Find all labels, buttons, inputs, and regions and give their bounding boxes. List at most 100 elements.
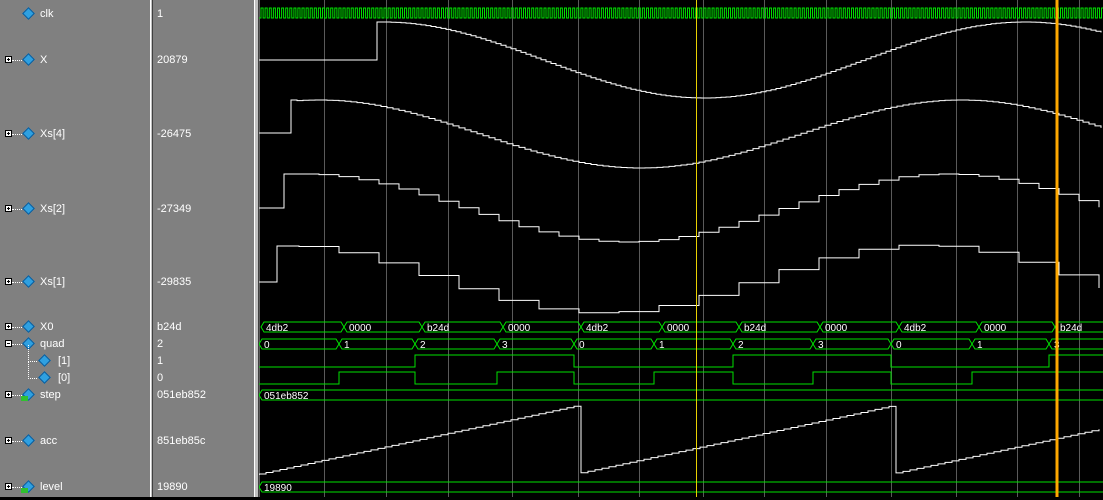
quad-bus-label: 3 xyxy=(818,340,824,351)
clk-wave xyxy=(259,7,1103,19)
expand-icon[interactable] xyxy=(5,437,12,444)
tree-connector xyxy=(12,133,22,135)
signal-value-quad: 2 xyxy=(157,338,164,350)
quad-bus-label: 1 xyxy=(977,340,983,351)
signal-name: Xs[4] xyxy=(40,128,66,140)
expand-icon[interactable] xyxy=(5,130,12,137)
tree-connector xyxy=(12,440,22,442)
tree-connector xyxy=(28,345,37,362)
quad-bus-label: 0 xyxy=(579,340,585,351)
x0-bus-label: b24d xyxy=(1060,323,1082,334)
signal-value-acc: 851eb85c xyxy=(157,435,206,447)
tree-connector xyxy=(12,59,22,61)
quad1-wave xyxy=(259,354,1103,368)
signal-name: X0 xyxy=(40,321,54,333)
signal-value-x0: b24d xyxy=(157,321,182,333)
signal-row-step[interactable]: step xyxy=(0,387,150,403)
x0-bus-label: b24d xyxy=(427,323,449,334)
signal-name: level xyxy=(40,481,63,493)
xs1-wave xyxy=(259,244,1100,314)
quad-bus-segment xyxy=(653,338,734,350)
signal-row-clk[interactable]: clk xyxy=(0,6,150,22)
green-arrow-icon xyxy=(21,396,28,401)
quad-bus-segment xyxy=(573,338,655,350)
signal-name: clk xyxy=(40,8,54,20)
level-bus-label: 19890 xyxy=(264,483,292,494)
tree-connector xyxy=(12,326,22,328)
signal-names-pane: clk X Xs[4] Xs[2] Xs[1] X0 quad [1] [0] step acc le… xyxy=(0,0,150,497)
signal-diamond-icon xyxy=(22,127,35,140)
signal-row-x[interactable]: X xyxy=(0,52,150,68)
signal-value-xs1: -29835 xyxy=(157,276,192,288)
quad-bus-label: 0 xyxy=(896,340,902,351)
signal-row-x0[interactable]: X0 xyxy=(0,319,150,335)
quad0-wave xyxy=(259,371,1103,385)
signal-value-quad0: 0 xyxy=(157,372,164,384)
quad-bus-label: 0 xyxy=(264,340,270,351)
x0-bus-label: 0000 xyxy=(349,323,372,334)
signal-row-xs1[interactable]: Xs[1] xyxy=(0,274,150,290)
tree-connector xyxy=(12,281,22,283)
signal-value-step: 051eb852 xyxy=(157,389,206,401)
quad-bus-label: 3 xyxy=(502,340,508,351)
signal-name: [1] xyxy=(58,355,71,367)
signal-diamond-icon xyxy=(22,53,35,66)
expand-icon[interactable] xyxy=(5,483,12,490)
tree-connector xyxy=(12,343,22,345)
x-wave xyxy=(259,21,1102,99)
signal-diamond-icon xyxy=(22,7,35,20)
collapse-icon[interactable] xyxy=(5,340,12,347)
quad-bus-label: 2 xyxy=(738,340,744,351)
signal-diamond-icon xyxy=(22,320,35,333)
expand-icon[interactable] xyxy=(5,56,12,63)
signal-value-x: 20879 xyxy=(157,54,188,66)
x0-bus-label: 0000 xyxy=(825,323,848,334)
signal-diamond-icon xyxy=(38,371,51,384)
signal-name: acc xyxy=(40,435,58,447)
signal-row-acc[interactable]: acc xyxy=(0,433,150,449)
step-bus-segment xyxy=(258,389,1103,401)
signal-diamond-icon xyxy=(22,202,35,215)
tree-connector xyxy=(28,362,37,379)
green-arrow-icon xyxy=(21,488,28,493)
signal-value-level: 19890 xyxy=(157,481,188,493)
signal-name: Xs[1] xyxy=(40,276,66,288)
step-bus-label: 051eb852 xyxy=(264,391,309,402)
signal-value-xs4: -26475 xyxy=(157,128,192,140)
x0-bus-label: b24d xyxy=(744,323,766,334)
signal-values-pane: 1 20879 -26475 -27349 -29835 b24d 2 1 0 051eb852 8… xyxy=(153,0,254,497)
expand-icon[interactable] xyxy=(5,205,12,212)
signal-row-quad1[interactable]: [1] xyxy=(0,345,150,369)
quad-bus-segment xyxy=(971,338,1050,350)
signal-row-xs4[interactable]: Xs[4] xyxy=(0,126,150,142)
signal-name: X xyxy=(40,54,48,66)
signal-diamond-icon xyxy=(22,275,35,288)
quad-bus-label: 2 xyxy=(420,340,426,351)
signal-row-quad[interactable]: quad xyxy=(0,336,150,352)
level-bus-segment xyxy=(258,481,1103,493)
quad-bus-segment xyxy=(258,338,340,350)
signal-name: quad xyxy=(40,338,65,350)
waveform-pane[interactable]: 4db2 0000 b24d 0000 4db2 0000 b24d 0000 4db2 0000… xyxy=(258,0,1103,497)
x0-bus-label: 0000 xyxy=(667,323,690,334)
expand-icon[interactable] xyxy=(5,391,12,398)
quad-bus-segment xyxy=(414,338,498,350)
signal-row-xs2[interactable]: Xs[2] xyxy=(0,201,150,217)
waveform-canvas[interactable]: 4db2 0000 b24d 0000 4db2 0000 b24d 0000 4db2 0000… xyxy=(258,0,1103,497)
quad-bus-segment xyxy=(496,338,575,350)
x0-bus-label: 0000 xyxy=(984,323,1007,334)
signal-value-xs2: -27349 xyxy=(157,203,192,215)
x0-bus-label: 0000 xyxy=(508,323,531,334)
quad-bus-segment xyxy=(890,338,973,350)
signal-row-level[interactable]: level xyxy=(0,479,150,495)
quad-bus-segment xyxy=(338,338,416,350)
x0-bus-label: 4db2 xyxy=(586,323,609,334)
quad-bus-label: 1 xyxy=(344,340,350,351)
signal-diamond-icon xyxy=(22,434,35,447)
expand-icon[interactable] xyxy=(5,278,12,285)
signal-name: Xs[2] xyxy=(40,203,66,215)
signal-diamond-icon xyxy=(38,354,51,367)
signal-row-quad0[interactable]: [0] xyxy=(0,362,150,386)
x0-bus-label: 4db2 xyxy=(266,323,289,334)
expand-icon[interactable] xyxy=(5,323,12,330)
